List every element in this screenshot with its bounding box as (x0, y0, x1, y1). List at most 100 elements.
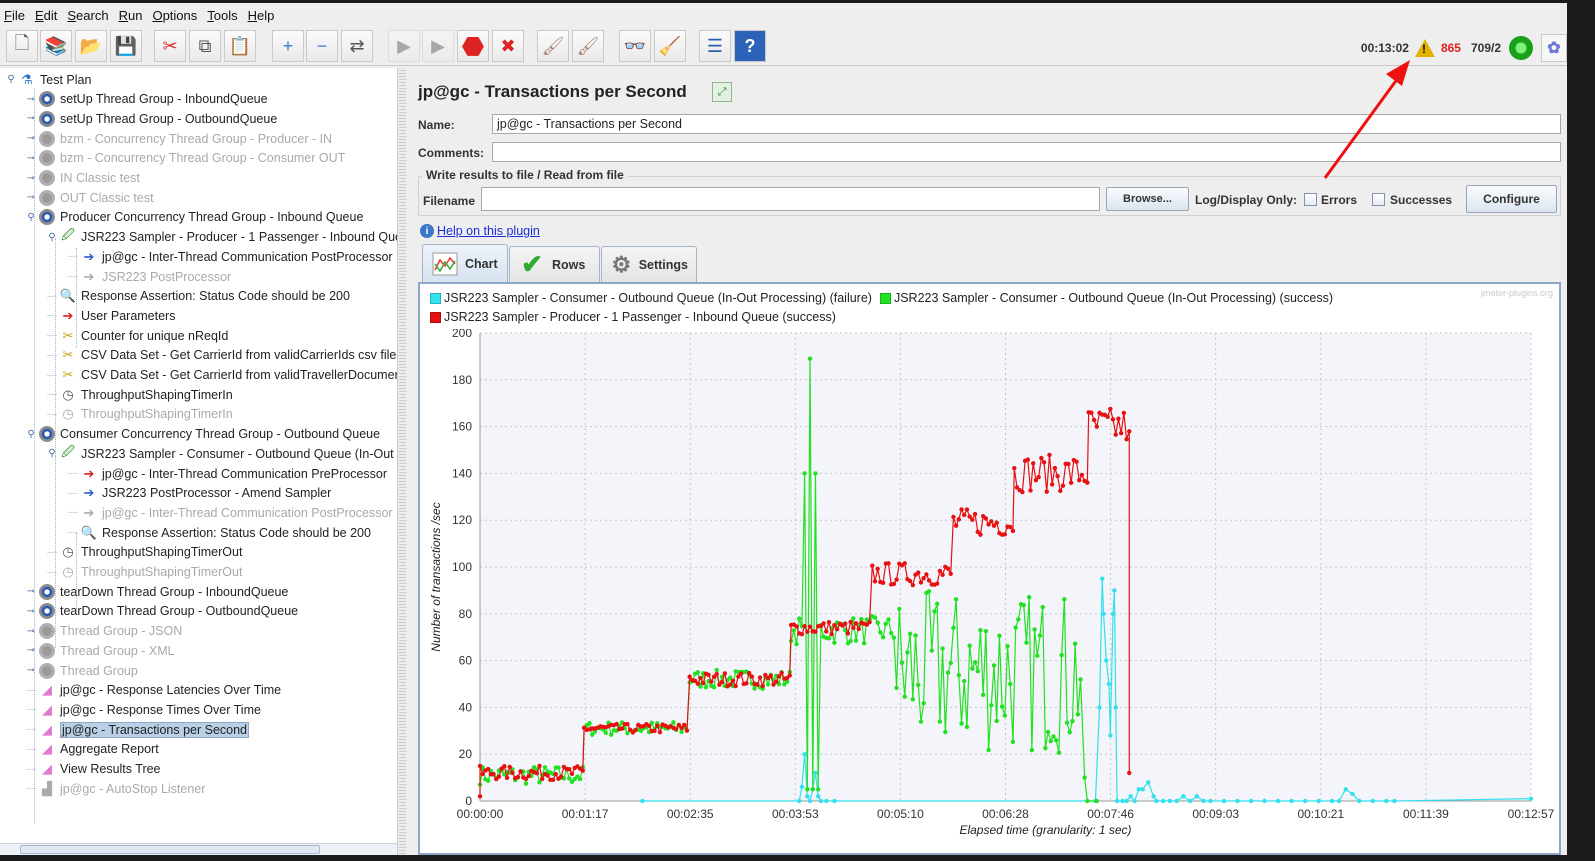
tree-collapsed-icon[interactable]: ⊸ (24, 133, 38, 144)
tree-item[interactable]: ⊸ tearDown Thread Group - OutboundQueue (24, 602, 298, 621)
tree-item[interactable]: — ✂ CSV Data Set - Get CarrierId from vali… (45, 366, 397, 385)
tree-collapsed-icon[interactable]: ⊸ (24, 665, 38, 676)
tree-item[interactable]: ⊸ Thread Group - JSON (24, 622, 182, 641)
menu-edit[interactable]: Edit (35, 8, 57, 23)
search-button[interactable]: 👓 (619, 30, 651, 62)
tab-rows[interactable]: ✔ Rows (509, 246, 600, 282)
scrollbar-thumb[interactable] (20, 845, 320, 854)
tree-item[interactable]: — ◢ jp@gc - Transactions per Second (24, 720, 250, 739)
tree-item[interactable]: ⊸ bzm - Concurrency Thread Group - Produc… (24, 129, 332, 148)
tree-expanded-icon[interactable]: ⚲ (24, 429, 38, 440)
menu-file[interactable]: File (4, 8, 25, 23)
tree-collapsed-icon[interactable]: ⊸ (24, 113, 38, 124)
tree-item[interactable]: ⚲ Consumer Concurrency Thread Group - Out… (24, 425, 380, 444)
menu-tools[interactable]: Tools (207, 8, 237, 23)
tree-item[interactable]: — ◷ ThroughputShapingTimerOut (45, 563, 242, 582)
tree-item[interactable]: ⊸ Thread Group (24, 661, 138, 680)
tree-item[interactable]: ⚲ 🖉 JSR223 Sampler - Producer - 1 Passenge… (45, 227, 397, 247)
tree-item[interactable]: — ▟ jp@gc - AutoStop Listener (24, 779, 205, 798)
successes-checkbox[interactable] (1372, 193, 1385, 206)
tree-item[interactable]: — ➔ JSR223 PostProcessor - Amend Sampler (66, 484, 331, 503)
tree-item[interactable]: — ➔ JSR223 PostProcessor (66, 267, 231, 286)
tree-item[interactable]: ⊸ setUp Thread Group - InboundQueue (24, 90, 268, 109)
save-button[interactable]: 💾 (110, 30, 142, 62)
tree-expanded-icon[interactable]: ⚲ (45, 232, 59, 243)
tree-collapsed-icon[interactable]: ⊸ (24, 153, 38, 164)
tree-item[interactable]: ⚲ 🖉 JSR223 Sampler - Consumer - Outbound Q… (45, 444, 397, 463)
tree-item[interactable]: — ➔ User Parameters (45, 306, 175, 325)
error-count[interactable]: 865 (1441, 41, 1461, 55)
tree-collapsed-icon[interactable]: ⊸ (24, 586, 38, 597)
tree-item[interactable]: — ➔ jp@gc - Inter-Thread Communication Pre… (66, 464, 387, 483)
filename-field[interactable] (481, 187, 1100, 211)
errors-checkbox[interactable] (1304, 193, 1317, 206)
tree-item[interactable]: ⚲ Producer Concurrency Thread Group - Inb… (24, 208, 363, 227)
stop-button[interactable]: ⬣ (457, 30, 489, 62)
function-helper-button[interactable]: ☰ (699, 30, 731, 62)
tree-expanded-icon[interactable]: ⚲ (45, 448, 59, 459)
tree-item[interactable]: — ◷ ThroughputShapingTimerIn (45, 405, 233, 424)
tree-item[interactable]: ⊸ IN Classic test (24, 169, 140, 188)
tab-chart[interactable]: Chart (422, 244, 508, 282)
tree-item[interactable]: — ◷ ThroughputShapingTimerOut (45, 543, 242, 562)
tree-item[interactable]: ⊸ Thread Group - XML (24, 641, 175, 660)
expand-button[interactable]: + (272, 30, 304, 62)
clear-button[interactable]: 🖌 (537, 30, 569, 62)
tree-item[interactable]: — 🔍 Response Assertion: Status Code should… (66, 523, 371, 542)
tree-item[interactable]: — ➔ jp@gc - Inter-Thread Communication Pos… (66, 503, 393, 522)
start-no-pauses-button[interactable]: ▶ (422, 30, 454, 62)
tree-item[interactable]: ⊸ bzm - Concurrency Thread Group - Consum… (24, 149, 345, 168)
tree-item[interactable]: — ◷ ThroughputShapingTimerIn (45, 385, 233, 404)
new-button[interactable]: 🗋 (6, 30, 38, 62)
tree-collapsed-icon[interactable]: ⊸ (24, 94, 38, 105)
menu-help[interactable]: Help (248, 8, 275, 23)
tree-item[interactable]: ⊸ tearDown Thread Group - InboundQueue (24, 582, 288, 601)
log-viewer-icon[interactable]: ✿ (1541, 34, 1567, 62)
pane-splitter[interactable] (399, 68, 406, 855)
help-link[interactable]: Help on this plugin (437, 224, 540, 238)
paste-button[interactable]: 📋 (224, 30, 256, 62)
open-button[interactable]: 📂 (75, 30, 107, 62)
menu-search[interactable]: Search (67, 8, 108, 23)
tree-item[interactable]: ⊸ setUp Thread Group - OutboundQueue (24, 109, 277, 128)
tree-item[interactable]: — ✂ Counter for unique nReqId (45, 326, 228, 345)
help-button[interactable]: ? (734, 30, 766, 62)
tab-settings[interactable]: ⚙ Settings (601, 246, 697, 282)
copy-button[interactable]: ⧉ (189, 30, 221, 62)
tree-item[interactable]: — 🔍 Response Assertion: Status Code should… (45, 287, 350, 306)
templates-button[interactable]: 📚 (40, 30, 72, 62)
menu-options[interactable]: Options (152, 8, 197, 23)
tree-expanded-icon[interactable]: ⚲ (4, 74, 18, 85)
tree-item[interactable]: — ➔ jp@gc - Inter-Thread Communication Pos… (66, 247, 393, 266)
tree-item[interactable]: — ◢ jp@gc - Response Latencies Over Time (24, 681, 281, 700)
browse-button[interactable]: Browse... (1106, 187, 1189, 211)
tree-collapsed-icon[interactable]: ⊸ (24, 173, 38, 184)
shutdown-button[interactable]: ✖ (492, 30, 524, 62)
test-plan-tree[interactable]: ⚲ ⚗ Test Plan ⊸ setUp Thread Group - Inbound… (0, 68, 398, 855)
tree-item[interactable]: — ✂ CSV Data Set - Get CarrierId from vali… (45, 346, 396, 365)
tree-item[interactable]: — ◢ jp@gc - Response Times Over Time (24, 700, 261, 719)
start-button[interactable]: ▶ (388, 30, 420, 62)
configure-button[interactable]: Configure (1466, 185, 1557, 213)
help-link-row[interactable]: i Help on this plugin (420, 224, 540, 238)
maximize-icon[interactable]: ⤢ (712, 82, 732, 102)
cut-button[interactable]: ✂ (154, 30, 186, 62)
reset-search-button[interactable]: 🧹 (654, 30, 686, 62)
name-field[interactable]: jp@gc - Transactions per Second (492, 114, 1561, 134)
toggle-button[interactable]: ⇄ (341, 30, 373, 62)
menu-run[interactable]: Run (119, 8, 143, 23)
tree-item[interactable]: ⊸ OUT Classic test (24, 188, 154, 207)
collapse-button[interactable]: − (306, 30, 338, 62)
errors-label[interactable]: Errors (1321, 193, 1357, 207)
tree-collapsed-icon[interactable]: ⊸ (24, 626, 38, 637)
tree-collapsed-icon[interactable]: ⊸ (24, 606, 38, 617)
tree-collapsed-icon[interactable]: ⊸ (24, 192, 38, 203)
clear-all-button[interactable]: 🖌 (572, 30, 604, 62)
tree-collapsed-icon[interactable]: ⊸ (24, 645, 38, 656)
successes-label[interactable]: Successes (1390, 193, 1452, 207)
warning-icon[interactable] (1414, 39, 1435, 57)
tree-item[interactable]: — ◢ View Results Tree (24, 760, 161, 779)
comments-field[interactable] (492, 142, 1561, 162)
tree-horizontal-scrollbar[interactable] (0, 843, 397, 855)
tree-item[interactable]: ⚲ ⚗ Test Plan (4, 70, 91, 89)
